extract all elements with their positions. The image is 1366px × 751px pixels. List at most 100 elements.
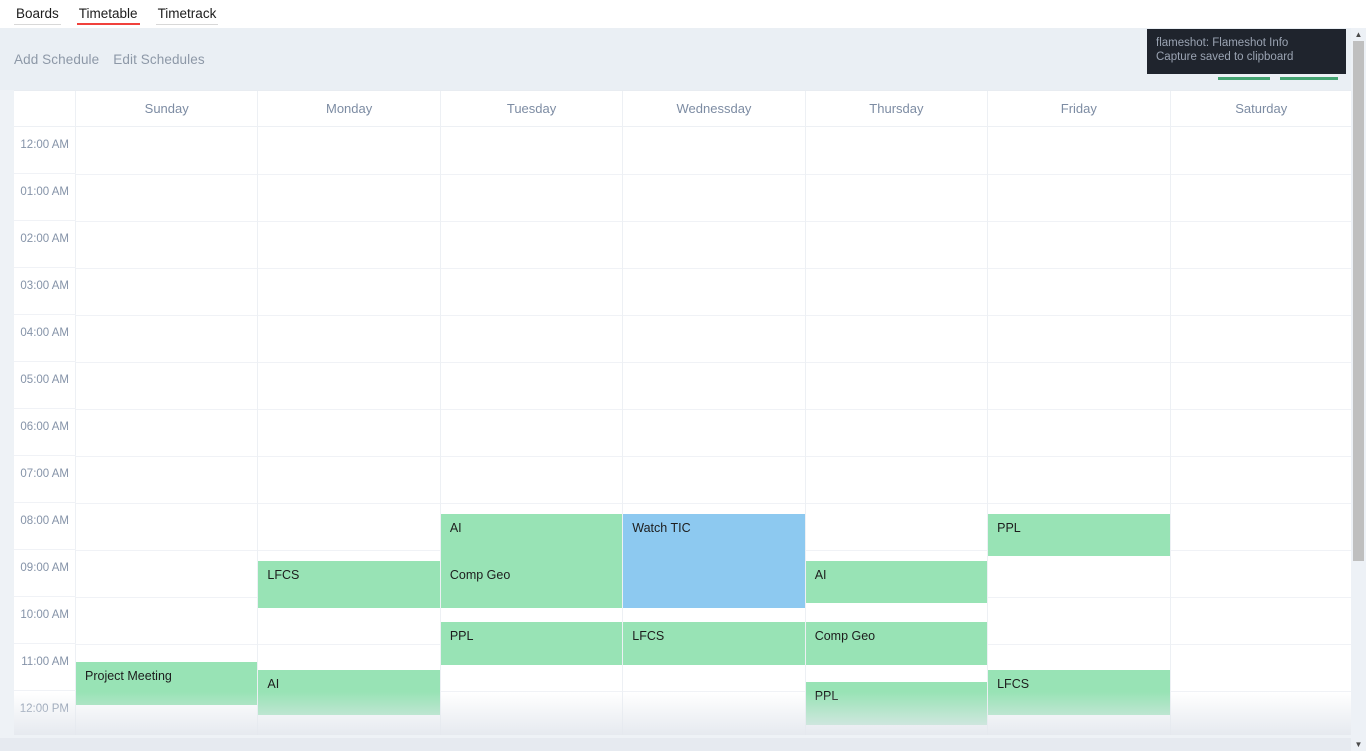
hour-gridline [1170, 644, 1352, 645]
nav-item-timetrack[interactable]: Timetrack [148, 4, 227, 25]
hour-gridline [805, 503, 988, 504]
edit-schedules-button[interactable]: Edit Schedules [113, 52, 204, 67]
hour-gridline [76, 315, 258, 316]
hour-gridline [1170, 221, 1352, 222]
nav-item-boards[interactable]: Boards [6, 4, 69, 25]
hour-gridline [988, 644, 1170, 645]
day-column-tuesday[interactable]: AI Comp Geo PPL [440, 127, 624, 735]
calendar-event-title: LFCS [267, 568, 300, 582]
hour-gridline [258, 221, 440, 222]
hour-gridline [805, 315, 988, 316]
add-schedule-button[interactable]: Add Schedule [14, 52, 99, 67]
hour-gridline [440, 691, 623, 692]
day-header-tuesday: Tuesday [441, 91, 624, 126]
hour-gridline [1170, 315, 1352, 316]
hour-gridline [76, 174, 258, 175]
timetable-calendar: Sunday Monday Tuesday Wednessday Thursda… [14, 90, 1352, 735]
hour-gridline [623, 221, 805, 222]
nav-item-timetable[interactable]: Timetable [69, 4, 148, 25]
nav-item-boards-label: Boards [16, 6, 59, 21]
notification-title: flameshot: Flameshot Info [1156, 37, 1289, 49]
hour-gridline [1170, 597, 1352, 598]
hour-gridline [623, 503, 805, 504]
hour-gridline [258, 362, 440, 363]
hour-gridline [623, 268, 805, 269]
hour-gridline [76, 456, 258, 457]
calendar-event-title: Comp Geo [449, 568, 511, 582]
hour-gridline [623, 456, 805, 457]
hour-gridline [440, 503, 623, 504]
hour-gridline [1170, 409, 1352, 410]
calendar-event-title: LFCS [997, 677, 1030, 691]
calendar-event-title: Project Meeting [85, 669, 172, 683]
time-label: 01:00 AM [14, 174, 76, 221]
vertical-scrollbar[interactable]: ▲ ▼ [1351, 28, 1366, 751]
calendar-event-title: AI [814, 568, 827, 582]
calendar-grid: Sunday Monday Tuesday Wednessday Thursda… [14, 91, 1352, 735]
calendar-event[interactable]: AI [440, 514, 623, 561]
calendar-event[interactable]: Project Meeting [76, 662, 258, 705]
hour-gridline [805, 174, 988, 175]
calendar-event-title: PPL [449, 629, 474, 643]
hour-gridline [805, 409, 988, 410]
nav-item-timetable-label: Timetable [78, 6, 138, 21]
calendar-event[interactable]: PPL [440, 622, 623, 665]
hour-gridline [258, 174, 440, 175]
hour-gridline [805, 550, 988, 551]
hour-gridline [440, 315, 623, 316]
calendar-event-title: AI [267, 677, 280, 691]
notification-message: Capture saved to clipboard [1156, 50, 1294, 63]
vertical-scrollbar-thumb[interactable] [1353, 41, 1364, 561]
calendar-event[interactable]: Watch TIC [623, 514, 805, 608]
day-header-monday: Monday [258, 91, 441, 126]
calendar-event-title: PPL [814, 689, 839, 703]
time-label: 12:00 PM [14, 691, 76, 735]
calendar-event[interactable]: Comp Geo [805, 622, 988, 665]
hour-gridline [1170, 550, 1352, 551]
day-header-wednesday: Wednessday [623, 91, 806, 126]
day-column-sunday[interactable]: Project Meeting [76, 127, 259, 735]
hour-gridline [988, 315, 1170, 316]
calendar-event[interactable]: LFCS [988, 670, 1170, 715]
hour-gridline [1170, 503, 1352, 504]
hour-gridline [623, 362, 805, 363]
scroll-down-arrow-icon[interactable]: ▼ [1351, 738, 1366, 751]
hour-gridline [1170, 268, 1352, 269]
hour-gridline [440, 456, 623, 457]
hour-gridline [805, 268, 988, 269]
calendar-event[interactable]: PPL [988, 514, 1170, 556]
hour-gridline [1170, 691, 1352, 692]
day-column-friday[interactable]: PPL LFCS [988, 127, 1171, 735]
hour-gridline [988, 503, 1170, 504]
calendar-event-title: Watch TIC [632, 521, 691, 535]
time-label: 05:00 AM [14, 362, 76, 409]
day-column-wednesday[interactable]: Watch TIC LFCS [623, 127, 806, 735]
hour-gridline [440, 362, 623, 363]
calendar-event[interactable]: Comp Geo [440, 561, 623, 608]
day-header-friday: Friday [988, 91, 1171, 126]
hour-gridline [440, 221, 623, 222]
calendar-event[interactable]: PPL [805, 682, 988, 725]
hour-gridline [258, 456, 440, 457]
hour-gridline [988, 409, 1170, 410]
day-column-saturday[interactable] [1170, 127, 1352, 735]
hour-gridline [623, 174, 805, 175]
calendar-event[interactable]: LFCS [623, 622, 805, 665]
horizontal-scrollbar[interactable] [0, 738, 1351, 751]
hour-gridline [805, 221, 988, 222]
time-gutter: 12:00 AM 01:00 AM 02:00 AM 03:00 AM 04:00 AM… [14, 127, 76, 735]
scroll-up-arrow-icon[interactable]: ▲ [1351, 28, 1366, 41]
hour-gridline [258, 268, 440, 269]
day-column-monday[interactable]: LFCS AI [258, 127, 441, 735]
hour-gridline [805, 456, 988, 457]
calendar-event[interactable]: AI [805, 561, 988, 603]
day-header-row: Sunday Monday Tuesday Wednessday Thursda… [14, 91, 1352, 127]
hour-gridline [1170, 456, 1352, 457]
day-column-thursday[interactable]: AI Comp Geo PPL [805, 127, 989, 735]
time-label: 12:00 AM [14, 127, 76, 174]
calendar-event[interactable]: AI [258, 670, 440, 715]
hour-gridline [988, 456, 1170, 457]
calendar-event[interactable]: LFCS [258, 561, 440, 608]
hour-gridline [258, 409, 440, 410]
day-header-saturday: Saturday [1235, 101, 1288, 116]
